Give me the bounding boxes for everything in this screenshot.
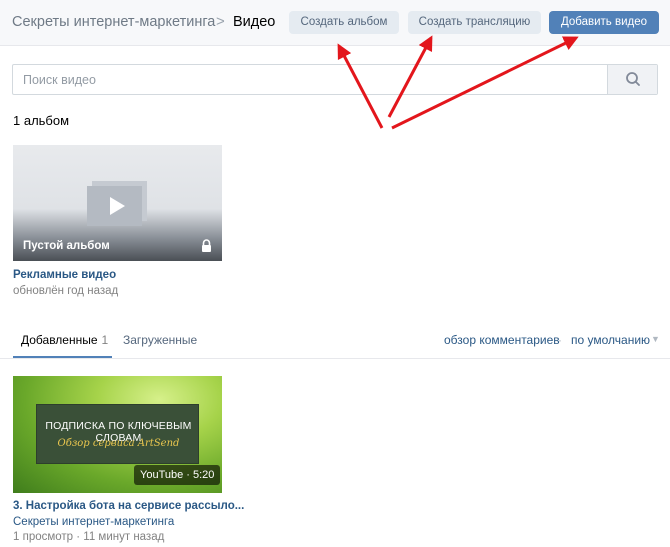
tab-added-label: Добавленные — [21, 333, 98, 347]
video-meta-text: 1 просмотр · 11 минут назад — [13, 531, 165, 543]
lock-icon — [202, 239, 211, 252]
tab-added-count: 1 — [101, 333, 109, 347]
album-caption: Пустой альбом — [23, 240, 110, 252]
albums-count-heading: 1 альбом — [13, 113, 70, 128]
active-tab-underline — [13, 356, 112, 358]
breadcrumb-group-link[interactable]: Секреты интернет-маркетинга — [12, 14, 215, 30]
page-title: Видео — [233, 14, 276, 30]
video-channel-link[interactable]: Секреты интернет-маркетинга — [13, 516, 174, 528]
video-tabs-bar: Добавленные 1 Загруженные обзор комментар… — [0, 325, 670, 359]
sort-order-dropdown[interactable]: по умолчанию — [571, 333, 650, 347]
comments-overview-link[interactable]: обзор комментариев — [444, 333, 560, 347]
breadcrumb-separator: > — [216, 13, 225, 30]
sort-separator: · — [558, 333, 562, 347]
page-header: Секреты интернет-маркетинга > Видео Созд… — [0, 0, 670, 46]
tab-added[interactable]: Добавленные 1 — [21, 333, 108, 347]
video-card-thumbnail[interactable]: ПОДПИСКА ПО КЛЮЧЕВЫМ СЛОВАМ Обзор сервис… — [13, 376, 222, 493]
thumbnail-title-box: ПОДПИСКА ПО КЛЮЧЕВЫМ СЛОВАМ Обзор сервис… — [36, 404, 199, 464]
add-video-button[interactable]: Добавить видео — [549, 11, 659, 34]
chevron-down-icon: ▼ — [651, 334, 660, 344]
album-name-link[interactable]: Рекламные видео — [13, 269, 116, 281]
search-bar — [12, 64, 658, 95]
video-title-link[interactable]: 3. Настройка бота на сервисе рассыло... — [13, 500, 244, 512]
album-updated-text: обновлён год назад — [13, 285, 119, 297]
search-icon — [626, 72, 640, 86]
search-button[interactable] — [607, 65, 657, 94]
create-album-button[interactable]: Создать альбом — [289, 11, 399, 34]
album-card-thumbnail[interactable]: Пустой альбом — [13, 145, 222, 261]
search-input[interactable] — [13, 65, 607, 94]
duration-badge: YouTube · 5:20 — [134, 465, 221, 485]
tab-uploaded[interactable]: Загруженные — [123, 333, 197, 347]
thumbnail-subtitle-line: Обзор сервиса ArtSend — [57, 438, 180, 449]
create-stream-button[interactable]: Создать трансляцию — [408, 11, 541, 34]
